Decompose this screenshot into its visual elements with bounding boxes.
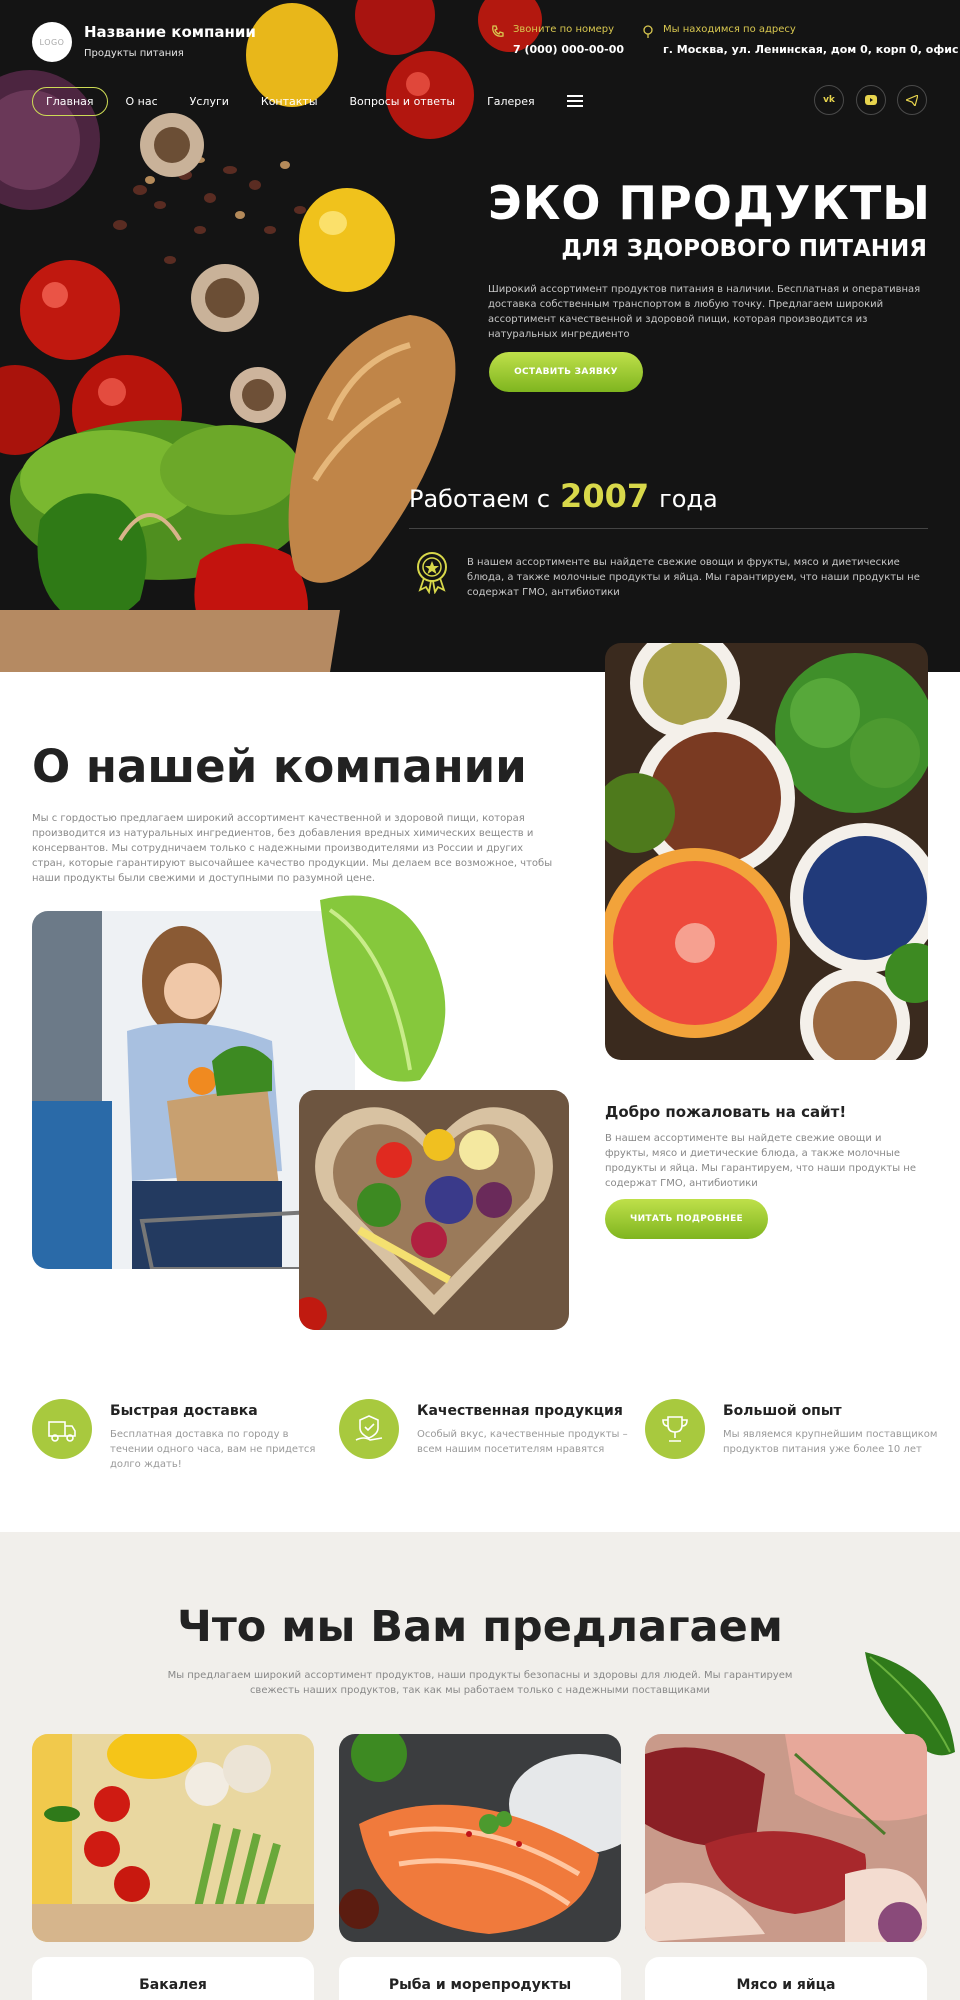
feature-title: Качественная продукция (417, 1403, 623, 1419)
company-subtitle: Продукты питания (84, 48, 184, 59)
address-label: Мы находимся по адресу (663, 24, 796, 35)
since-line: Работаем с 2007 года (409, 477, 718, 515)
offers-title: Что мы Вам предлагаем (177, 1602, 783, 1652)
location-icon (643, 25, 653, 38)
hero-description: Широкий ассортимент продуктов питания в … (488, 284, 921, 340)
offers-section: Что мы Вам предлагаем Мы предлагаем широ… (0, 1532, 960, 2000)
nav-item-contacts[interactable]: Контакты (261, 95, 318, 108)
hero-title: ЭКО ПРОДУКТЫ (488, 176, 931, 230)
address-text: г. Москва, ул. Ленинская, дом 0, корп 0,… (663, 43, 960, 56)
logo-text: LOGO (39, 37, 65, 47)
feature-text: Особый вкус, качественные продукты – все… (417, 1429, 628, 1455)
vk-icon[interactable]: vk (814, 85, 844, 115)
phone-icon (492, 25, 504, 37)
offer-fish-image[interactable] (339, 1734, 621, 1942)
experience-trophy-icon (645, 1399, 705, 1459)
offer-label: Мясо и яйца (736, 1977, 836, 1993)
offer-card-grocery[interactable]: Бакалея (32, 1957, 314, 2000)
since-suffix: года (659, 485, 718, 513)
read-more-button[interactable]: ЧИТАТЬ ПОДРОБНЕЕ (605, 1199, 768, 1239)
nav-item-about[interactable]: О нас (126, 95, 158, 108)
hero-subtitle: ДЛЯ ЗДОРОВОГО ПИТАНИЯ (561, 236, 927, 262)
about-text: Мы с гордостью предлагаем широкий ассорт… (32, 813, 553, 884)
offers-text: Мы предлагаем широкий ассортимент продук… (167, 1670, 793, 1696)
telegram-icon[interactable] (897, 85, 927, 115)
feature-text: Бесплатная доставка по городу в течении … (110, 1429, 316, 1470)
lettuce-leaf-image (320, 895, 446, 1082)
welcome-title: Добро пожаловать на сайт! (605, 1103, 847, 1121)
feature-text: Мы являемся крупнейшим поставщиком проду… (723, 1429, 938, 1455)
company-logo[interactable]: LOGO (32, 22, 72, 62)
delivery-icon (32, 1399, 92, 1459)
hero-note: В нашем ассортименте вы найдете свежие о… (467, 557, 920, 598)
offer-card-fish[interactable]: Рыба и морепродукты (339, 1957, 621, 2000)
healthy-food-bowls-image (605, 643, 928, 1060)
offer-grocery-image[interactable] (32, 1734, 314, 1942)
menu-burger-icon[interactable] (566, 95, 583, 107)
hero-divider (409, 528, 928, 529)
since-year: 2007 (560, 477, 650, 515)
feature-title: Большой опыт (723, 1403, 842, 1419)
nav-item-home[interactable]: Главная (32, 86, 108, 116)
phone-label: Звоните по номеру (513, 24, 615, 35)
request-button[interactable]: ОСТАВИТЬ ЗАЯВКУ (489, 352, 643, 392)
heart-bowl-vegetables-image (299, 1090, 569, 1330)
nav-item-gallery[interactable]: Галерея (487, 95, 535, 108)
feature-title: Быстрая доставка (110, 1403, 258, 1419)
nav-item-services[interactable]: Услуги (190, 95, 229, 108)
about-title: О нашей компании (32, 740, 527, 793)
nav-item-faq[interactable]: Вопросы и ответы (350, 95, 456, 108)
offer-card-meat[interactable]: Мясо и яйца (645, 1957, 927, 2000)
offer-label: Рыба и морепродукты (388, 1977, 572, 1993)
award-badge-icon (417, 552, 447, 594)
offer-label: Бакалея (139, 1977, 207, 1993)
phone-number[interactable]: 7 (000) 000-00-00 (513, 43, 624, 56)
company-name[interactable]: Название компании (84, 23, 256, 41)
hero-section: LOGO Название компании Продукты питания … (0, 0, 960, 672)
quality-hand-icon (339, 1399, 399, 1459)
youtube-icon[interactable] (856, 85, 886, 115)
welcome-text: В нашем ассортименте вы найдете свежие о… (605, 1133, 916, 1189)
since-prefix: Работаем с (409, 485, 551, 513)
main-nav: Главная О нас Услуги Контакты Вопросы и … (32, 86, 583, 116)
offer-meat-image[interactable] (645, 1734, 927, 1942)
